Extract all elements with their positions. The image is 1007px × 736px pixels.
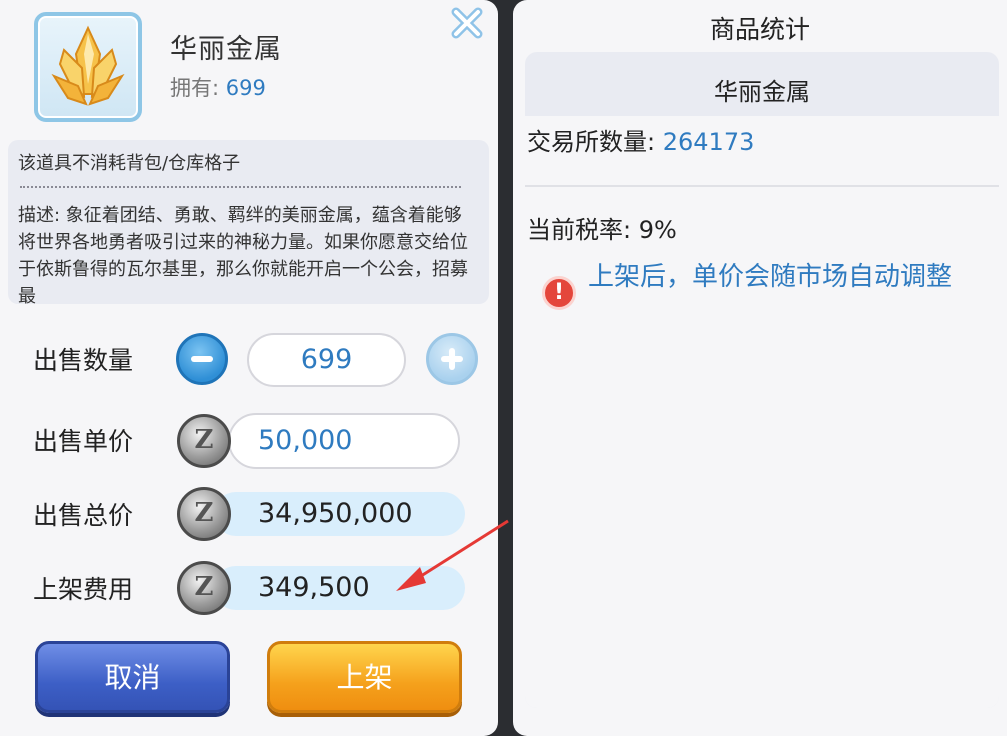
close-icon: [451, 7, 483, 39]
quantity-label: 出售数量: [33, 346, 134, 375]
plus-icon[interactable]: [426, 333, 478, 385]
red-arrow-annotation: [396, 519, 509, 591]
stats-title: 商品统计: [709, 15, 810, 44]
close-button[interactable]: [450, 6, 484, 40]
quantity-input[interactable]: 699: [247, 333, 406, 387]
stats-item-name: 华丽金属: [714, 78, 810, 106]
exchange-count-value: 264173: [662, 128, 755, 156]
item-name: 华丽金属: [170, 34, 282, 65]
unit-price-label: 出售单价: [33, 427, 134, 456]
item-description: 描述: 象征着团结、勇敢、羁绊的美丽金属，蕴含着能够将世界各地勇者吸引过来的神秘…: [18, 205, 468, 304]
cancel-button[interactable]: 取消: [35, 641, 230, 713]
total-price-label: 出售总价: [33, 501, 134, 530]
minus-icon[interactable]: [176, 333, 228, 385]
warning-icon: !: [542, 276, 576, 310]
item-description-box[interactable]: 该道具不消耗背包/仓库格子 描述: 象征着团结、勇敢、羁绊的美丽金属，蕴含着能够…: [8, 140, 489, 304]
unit-price-input[interactable]: 50,000: [228, 413, 460, 469]
product-stats-panel: 商品统计 华丽金属 交易所数量: 264173 当前税率: 9% ! 上架后，单…: [513, 0, 1007, 736]
listing-fee-label: 上架费用: [33, 575, 134, 604]
owned-value: 699: [225, 76, 266, 100]
owned-label: 拥有:: [170, 76, 220, 100]
tax-rate: 当前税率: 9%: [527, 216, 677, 244]
list-button[interactable]: 上架: [267, 641, 462, 713]
stats-divider: [525, 185, 999, 187]
zeny-coin-icon: Z: [177, 561, 231, 615]
zeny-coin-icon: Z: [177, 414, 231, 468]
warning-text: 上架后，单价会随市场自动调整: [588, 262, 953, 292]
sell-dialog: 华丽金属 拥有: 699 该道具不消耗背包/仓库格子 描述: 象征着团结、勇敢、…: [0, 0, 498, 736]
owned-count: 拥有: 699: [170, 72, 266, 102]
description-divider: [20, 186, 461, 188]
crystal-item-icon: [34, 12, 142, 122]
zeny-coin-icon: Z: [177, 487, 231, 541]
exchange-count-label: 交易所数量:: [527, 128, 656, 156]
stats-content: [525, 116, 999, 708]
exchange-count: 交易所数量: 264173: [527, 122, 754, 157]
slot-notice: 该道具不消耗背包/仓库格子: [18, 153, 241, 174]
